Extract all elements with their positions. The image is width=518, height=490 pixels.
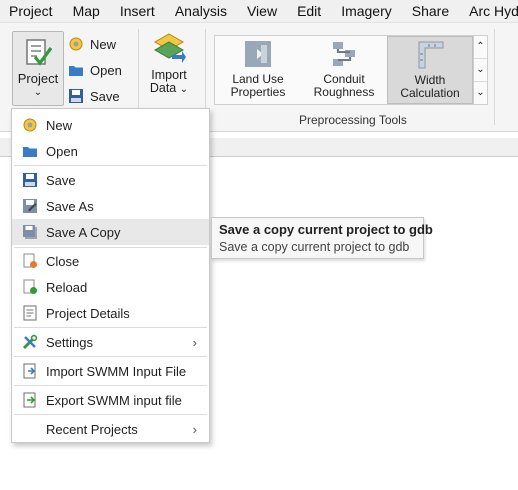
menu-item-open[interactable]: Open — [12, 138, 209, 164]
ribbon-divider — [494, 29, 495, 125]
menu-separator — [14, 385, 207, 386]
save-button-label: Save — [90, 88, 120, 104]
menu-item-export-swmm[interactable]: Export SWMM input file — [12, 387, 209, 413]
gallery-label: Properties — [230, 85, 286, 99]
land-use-icon — [245, 41, 271, 67]
menu-item-save[interactable]: Save — [12, 167, 209, 193]
menu-item-label: Settings — [46, 334, 93, 350]
menu-map[interactable]: Map — [63, 3, 110, 19]
gallery-label: Calculation — [400, 86, 460, 100]
gallery-label: Roughness — [313, 85, 375, 99]
settings-tools-icon — [22, 334, 38, 350]
menu-item-label: Save As — [46, 198, 94, 214]
chevron-up-icon[interactable]: ⌃ — [474, 36, 487, 59]
reload-icon — [23, 279, 37, 294]
open-button[interactable]: Open — [68, 59, 122, 81]
project-button[interactable]: Project ⌄ — [12, 31, 64, 106]
menu-separator — [14, 414, 207, 415]
chevron-down-icon[interactable]: ⌄ — [474, 59, 487, 82]
folder-icon — [69, 66, 83, 76]
chevron-right-icon: › — [192, 334, 197, 350]
preprocessing-gallery: Land Use Properties Conduit Roughness Wi… — [214, 35, 474, 105]
import-data-button[interactable]: Import Data ⌄ — [146, 33, 192, 96]
chevron-down-icon: ⌄ — [33, 87, 43, 98]
menu-item-label: Export SWMM input file — [46, 392, 182, 408]
menu-bar: Project Map Insert Analysis View Edit Im… — [0, 0, 518, 23]
menu-item-label: Import SWMM Input File — [46, 363, 187, 379]
export-file-icon — [23, 392, 36, 408]
conduit-roughness-button[interactable]: Conduit Roughness — [301, 36, 387, 104]
menu-separator — [14, 356, 207, 357]
menu-item-save-a-copy[interactable]: Save A Copy — [12, 219, 209, 245]
menu-item-label: Close — [46, 253, 80, 269]
menu-item-import-swmm[interactable]: Import SWMM Input File — [12, 358, 209, 384]
menu-separator — [14, 327, 207, 328]
gallery-expand-icon[interactable]: ⌄ — [474, 82, 487, 104]
conduit-roughness-icon — [333, 42, 355, 66]
menu-item-settings[interactable]: Settings › — [12, 329, 209, 355]
menu-item-reload[interactable]: Reload — [12, 274, 209, 300]
menu-item-label: Save A Copy — [46, 224, 121, 240]
menu-item-label: Recent Projects — [46, 421, 138, 437]
folder-icon — [23, 147, 37, 157]
land-use-properties-button[interactable]: Land Use Properties — [215, 36, 301, 104]
project-button-label: Project — [17, 71, 59, 86]
menu-item-label: Project Details — [46, 305, 130, 321]
menu-item-new[interactable]: New — [12, 112, 209, 138]
import-data-icon — [153, 33, 186, 63]
group-label: Preprocessing Tools — [299, 113, 407, 127]
menu-item-close[interactable]: Close — [12, 248, 209, 274]
menu-insert[interactable]: Insert — [110, 3, 165, 19]
menu-edit[interactable]: Edit — [287, 3, 331, 19]
menu-item-project-details[interactable]: Project Details — [12, 300, 209, 326]
menu-project[interactable]: Project — [0, 3, 63, 19]
project-dropdown-menu: New Open Save Save As Save A Copy Close — [11, 108, 210, 443]
menu-analysis[interactable]: Analysis — [165, 3, 237, 19]
tooltip-body: Save a copy current project to gdb — [219, 240, 410, 254]
menu-share[interactable]: Share — [402, 3, 459, 19]
menu-imagery[interactable]: Imagery — [331, 3, 402, 19]
menu-arc-hydro[interactable]: Arc Hydro — [459, 3, 518, 19]
save-button[interactable]: Save — [68, 85, 120, 107]
save-as-icon — [23, 199, 37, 213]
menu-item-label: Save — [46, 172, 76, 188]
menu-item-save-as[interactable]: Save As — [12, 193, 209, 219]
import-label-2: Data — [149, 81, 177, 95]
close-project-icon — [23, 253, 37, 268]
menu-view[interactable]: View — [237, 3, 287, 19]
new-project-icon — [69, 37, 83, 51]
new-project-icon — [23, 118, 37, 132]
project-details-icon — [23, 305, 37, 321]
save-disk-icon — [23, 173, 37, 187]
save-copy-icon — [23, 225, 37, 239]
chevron-right-icon: › — [192, 421, 197, 437]
open-button-label: Open — [90, 62, 122, 78]
new-button[interactable]: New — [68, 33, 116, 55]
chevron-down-icon: ⌄ — [179, 84, 189, 95]
width-calculation-icon — [418, 41, 444, 69]
gallery-scroll: ⌃ ⌄ ⌄ — [473, 35, 488, 105]
project-checklist-icon — [26, 39, 52, 66]
tooltip: Save a copy current project to gdb Save … — [211, 217, 433, 259]
tooltip-title: Save a copy current project to gdb — [219, 222, 433, 237]
menu-item-recent-projects[interactable]: Recent Projects › — [12, 416, 209, 442]
menu-separator — [14, 165, 207, 166]
import-file-icon — [23, 363, 36, 379]
width-calculation-button[interactable]: Width Calculation — [387, 36, 473, 104]
new-button-label: New — [90, 36, 117, 52]
menu-item-label: New — [46, 117, 73, 133]
menu-item-label: Reload — [46, 279, 88, 295]
save-disk-icon — [69, 89, 83, 103]
menu-item-label: Open — [46, 143, 78, 159]
